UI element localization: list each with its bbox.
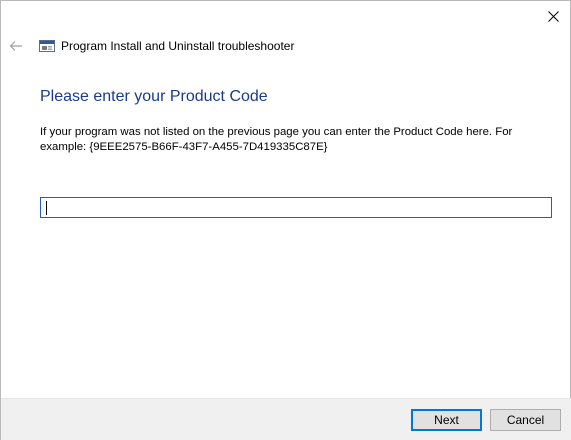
next-button[interactable]: Next	[411, 409, 482, 431]
text-caret	[46, 201, 47, 215]
troubleshooter-app-icon	[39, 39, 55, 53]
window-title: Program Install and Uninstall troublesho…	[61, 39, 295, 53]
wizard-header: Program Install and Uninstall troublesho…	[1, 34, 570, 58]
cancel-button[interactable]: Cancel	[490, 409, 561, 431]
instruction-text: If your program was not listed on the pr…	[40, 126, 513, 153]
back-arrow-icon	[9, 41, 22, 51]
footer-bar: Next Cancel	[1, 398, 571, 440]
page-title: Please enter your Product Code	[40, 88, 268, 105]
back-button[interactable]	[7, 37, 25, 55]
close-icon	[547, 10, 559, 22]
product-code-input[interactable]	[40, 197, 552, 218]
close-button[interactable]	[536, 1, 570, 31]
troubleshooter-window: Program Install and Uninstall troublesho…	[0, 0, 571, 440]
